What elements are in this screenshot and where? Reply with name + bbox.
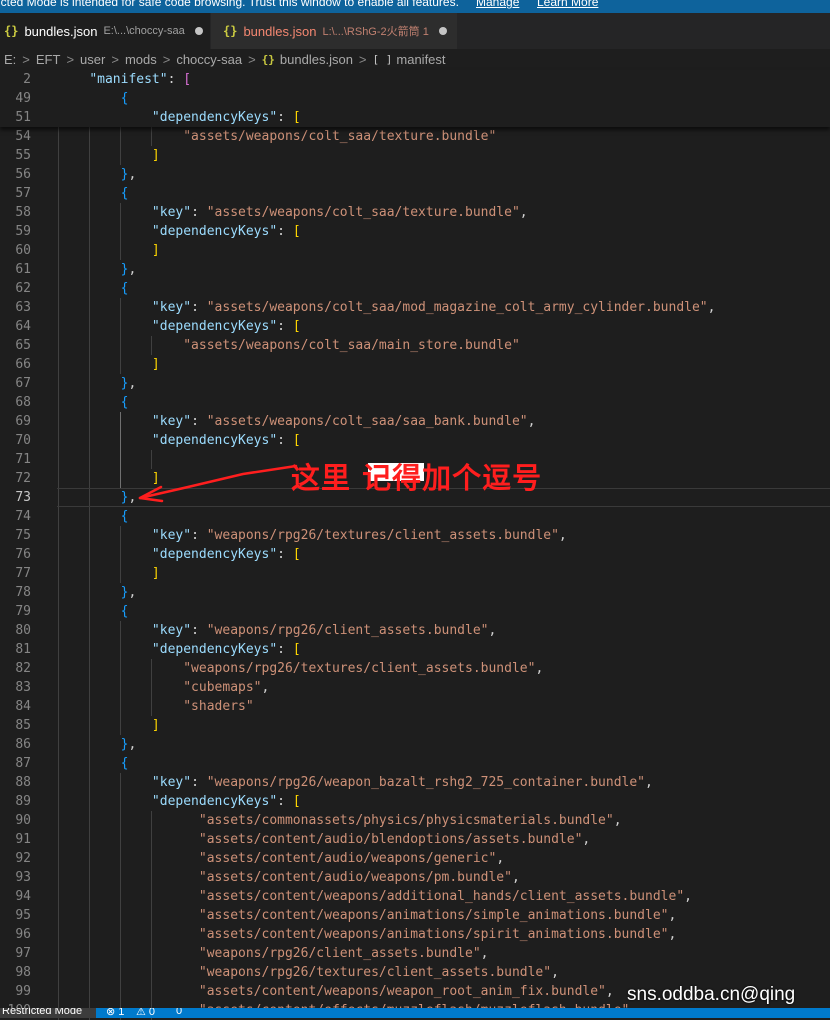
status-bar: Restricted Mode ⊗ 1 ⚠ 0 0 — [0, 1008, 830, 1018]
ports-indicator[interactable]: 0 — [176, 1008, 182, 1017]
warnings-indicator[interactable]: ⚠ 0 — [136, 1008, 155, 1018]
restricted-mode-label: Restricted Mode — [2, 1008, 83, 1017]
watermark: sns.oddba.cn@qing — [627, 984, 796, 1005]
annotation-arrow-icon — [138, 464, 298, 503]
restricted-mode-indicator[interactable]: Restricted Mode — [0, 1008, 96, 1018]
errors-indicator[interactable]: ⊗ 1 — [106, 1008, 124, 1018]
